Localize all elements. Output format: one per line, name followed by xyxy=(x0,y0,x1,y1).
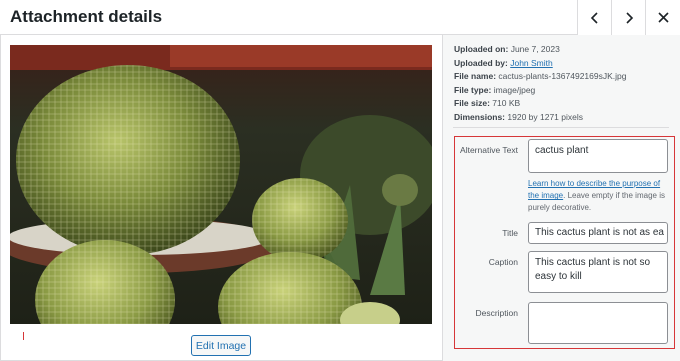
file-details: Uploaded on: June 7, 2023 Uploaded by: J… xyxy=(454,43,626,125)
uploaded-by-row: Uploaded by: John Smith xyxy=(454,57,626,71)
divider xyxy=(453,127,669,128)
cactus-photo xyxy=(10,45,432,324)
chevron-right-icon xyxy=(625,11,633,24)
alt-text-label: Alternative Text xyxy=(460,145,518,155)
file-name-label: File name: xyxy=(454,71,497,82)
uploaded-on-row: Uploaded on: June 7, 2023 xyxy=(454,43,626,57)
modal-header: Attachment details xyxy=(0,0,680,35)
file-type-value: image/jpeg xyxy=(493,84,536,95)
uploaded-on-value: June 7, 2023 xyxy=(510,44,560,54)
file-size-label: File size: xyxy=(454,98,490,109)
dimensions-row: Dimensions: 1920 by 1271 pixels xyxy=(454,111,626,125)
title-input[interactable]: This cactus plant is not as ea xyxy=(528,222,668,244)
caption-label: Caption xyxy=(488,257,518,267)
alt-text-help: Learn how to describe the purpose of the… xyxy=(528,178,670,215)
dimensions-value: 1920 by 1271 pixels xyxy=(507,111,584,122)
description-label: Description xyxy=(475,308,518,318)
file-name-row: File name: cactus-plants-1367492169sJK.j… xyxy=(454,70,626,84)
modal-title: Attachment details xyxy=(10,7,163,26)
caption-textarea[interactable]: This cactus plant is not so easy to kill xyxy=(528,251,668,293)
file-name-value: cactus-plants-1367492169sJK.jpg xyxy=(498,71,627,82)
uploaded-by-link[interactable]: John Smith xyxy=(510,58,553,68)
file-size-value: 710 KB xyxy=(492,98,521,109)
close-button[interactable] xyxy=(645,0,680,35)
dimensions-label: Dimensions: xyxy=(454,111,506,122)
description-textarea[interactable] xyxy=(528,302,668,344)
alt-text-input[interactable]: cactus plant xyxy=(528,139,668,173)
text-cursor-marker xyxy=(23,332,24,340)
uploaded-on-label: Uploaded on: xyxy=(454,44,509,54)
chevron-left-icon xyxy=(590,11,598,24)
next-button[interactable] xyxy=(611,0,645,35)
file-size-row: File size: 710 KB xyxy=(454,97,626,111)
file-type-label: File type: xyxy=(454,84,492,95)
attachment-image xyxy=(10,45,432,324)
uploaded-by-label: Uploaded by: xyxy=(454,57,508,68)
title-label: Title xyxy=(502,228,518,238)
file-type-row: File type: image/jpeg xyxy=(454,84,626,98)
edit-image-button[interactable]: Edit Image xyxy=(191,335,251,356)
close-icon xyxy=(657,12,669,23)
previous-button[interactable] xyxy=(577,0,611,35)
